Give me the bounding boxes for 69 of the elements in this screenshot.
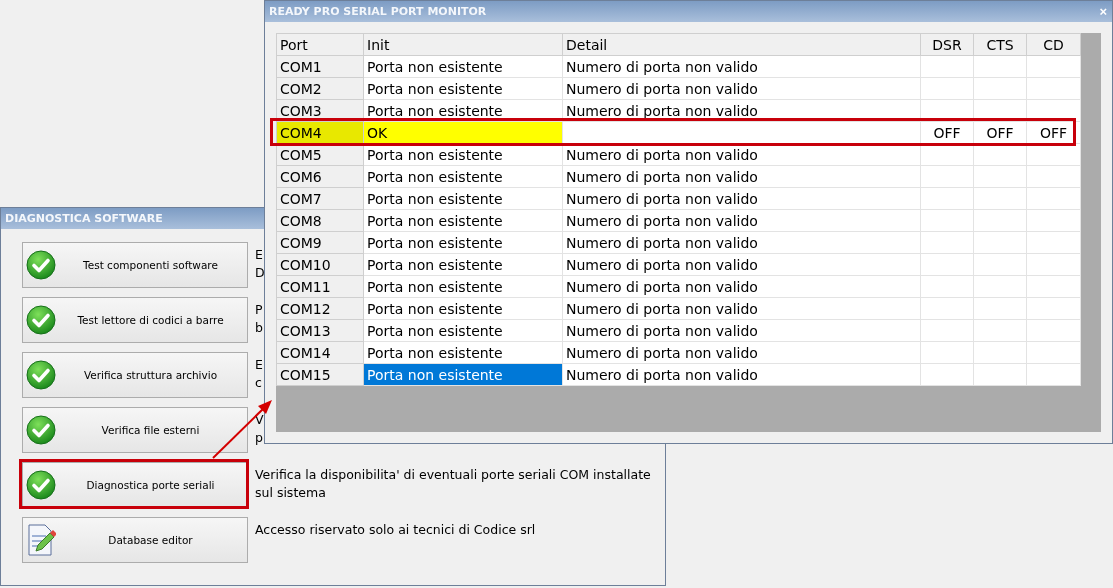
table-cell: Porta non esistente — [363, 319, 563, 342]
table-cell: Porta non esistente — [363, 77, 563, 100]
diagnostic-button[interactable]: Test componenti software — [22, 242, 248, 288]
row-header: COM14 — [276, 341, 364, 364]
check-icon — [26, 415, 56, 445]
description-text: V — [255, 411, 264, 429]
table-cell: Numero di porta non valido — [562, 341, 921, 364]
table-cell: Numero di porta non valido — [562, 55, 921, 78]
column-header[interactable]: Detail — [562, 33, 921, 56]
check-icon — [26, 250, 56, 280]
table-cell: Numero di porta non valido — [562, 275, 921, 298]
diagnostic-button[interactable]: Verifica struttura archivio — [22, 352, 248, 398]
arrow — [212, 400, 272, 459]
description-text: sul sistema — [255, 484, 327, 502]
description-text: P — [255, 301, 263, 319]
diagnostic-button[interactable]: Database editor — [22, 517, 248, 563]
row-header: COM13 — [276, 319, 364, 342]
table-cell: Porta non esistente — [363, 275, 563, 298]
description-text: Verifica la disponibilita' di eventuali porte seriali COM installate — [255, 466, 651, 484]
column-header[interactable]: Init — [363, 33, 563, 56]
column-header[interactable]: CD — [1026, 33, 1081, 56]
column-header[interactable]: Port — [276, 33, 364, 56]
row-header: COM11 — [276, 275, 364, 298]
row-header: COM4 — [276, 121, 364, 144]
row-header: COM12 — [276, 297, 364, 320]
row-header: COM9 — [276, 231, 364, 254]
table-cell: Numero di porta non valido — [562, 319, 921, 342]
document-pencil-icon — [26, 524, 56, 556]
table-cell: Numero di porta non valido — [562, 77, 921, 100]
row-header: COM1 — [276, 55, 364, 78]
description-text: E — [255, 356, 263, 374]
table-cell: Porta non esistente — [363, 341, 563, 364]
column-header[interactable]: DSR — [920, 33, 974, 56]
diagnostic-button[interactable]: Test lettore di codici a barre — [22, 297, 248, 343]
table-cell: Porta non esistente — [363, 187, 563, 210]
description-text: b — [255, 319, 263, 337]
table-cell: Porta non esistente — [363, 231, 563, 254]
table-cell: Porta non esistente — [363, 165, 563, 188]
row-header: COM15 — [276, 363, 364, 386]
description-text: c — [255, 374, 263, 392]
description-text: E — [255, 246, 264, 264]
row-header: COM8 — [276, 209, 364, 232]
row-header: COM2 — [276, 77, 364, 100]
table-cell: Numero di porta non valido — [562, 363, 921, 386]
table-cell: Numero di porta non valido — [562, 187, 921, 210]
table-cell: Porta non esistente — [363, 253, 563, 276]
table-cell: Numero di porta non valido — [562, 165, 921, 188]
table-cell: Numero di porta non valido — [562, 297, 921, 320]
window-title: READY PRO SERIAL PORT MONITOR — [269, 4, 487, 20]
diagnostic-button[interactable]: Diagnostica porte seriali — [22, 462, 248, 508]
description-text: p — [255, 429, 264, 447]
table-cell: OK — [363, 121, 563, 144]
table-cell: Porta non esistente — [363, 209, 563, 232]
row-header: COM7 — [276, 187, 364, 210]
row-header: COM10 — [276, 253, 364, 276]
description-text: D — [255, 264, 265, 282]
check-icon — [26, 305, 56, 335]
table-cell: Numero di porta non valido — [562, 253, 921, 276]
table-cell: Numero di porta non valido — [562, 209, 921, 232]
check-icon — [26, 470, 56, 500]
table-cell: Porta non esistente — [363, 55, 563, 78]
column-header[interactable]: CTS — [973, 33, 1027, 56]
check-icon — [26, 360, 56, 390]
description-text: Accesso riservato solo ai tecnici di Codice srl — [255, 521, 536, 539]
table-cell: Porta non esistente — [363, 297, 563, 320]
diagnostic-button[interactable]: Verifica file esterni — [22, 407, 248, 453]
table-cell: Numero di porta non valido — [562, 231, 921, 254]
row-header: COM6 — [276, 165, 364, 188]
table-cell: Porta non esistente — [363, 363, 563, 386]
